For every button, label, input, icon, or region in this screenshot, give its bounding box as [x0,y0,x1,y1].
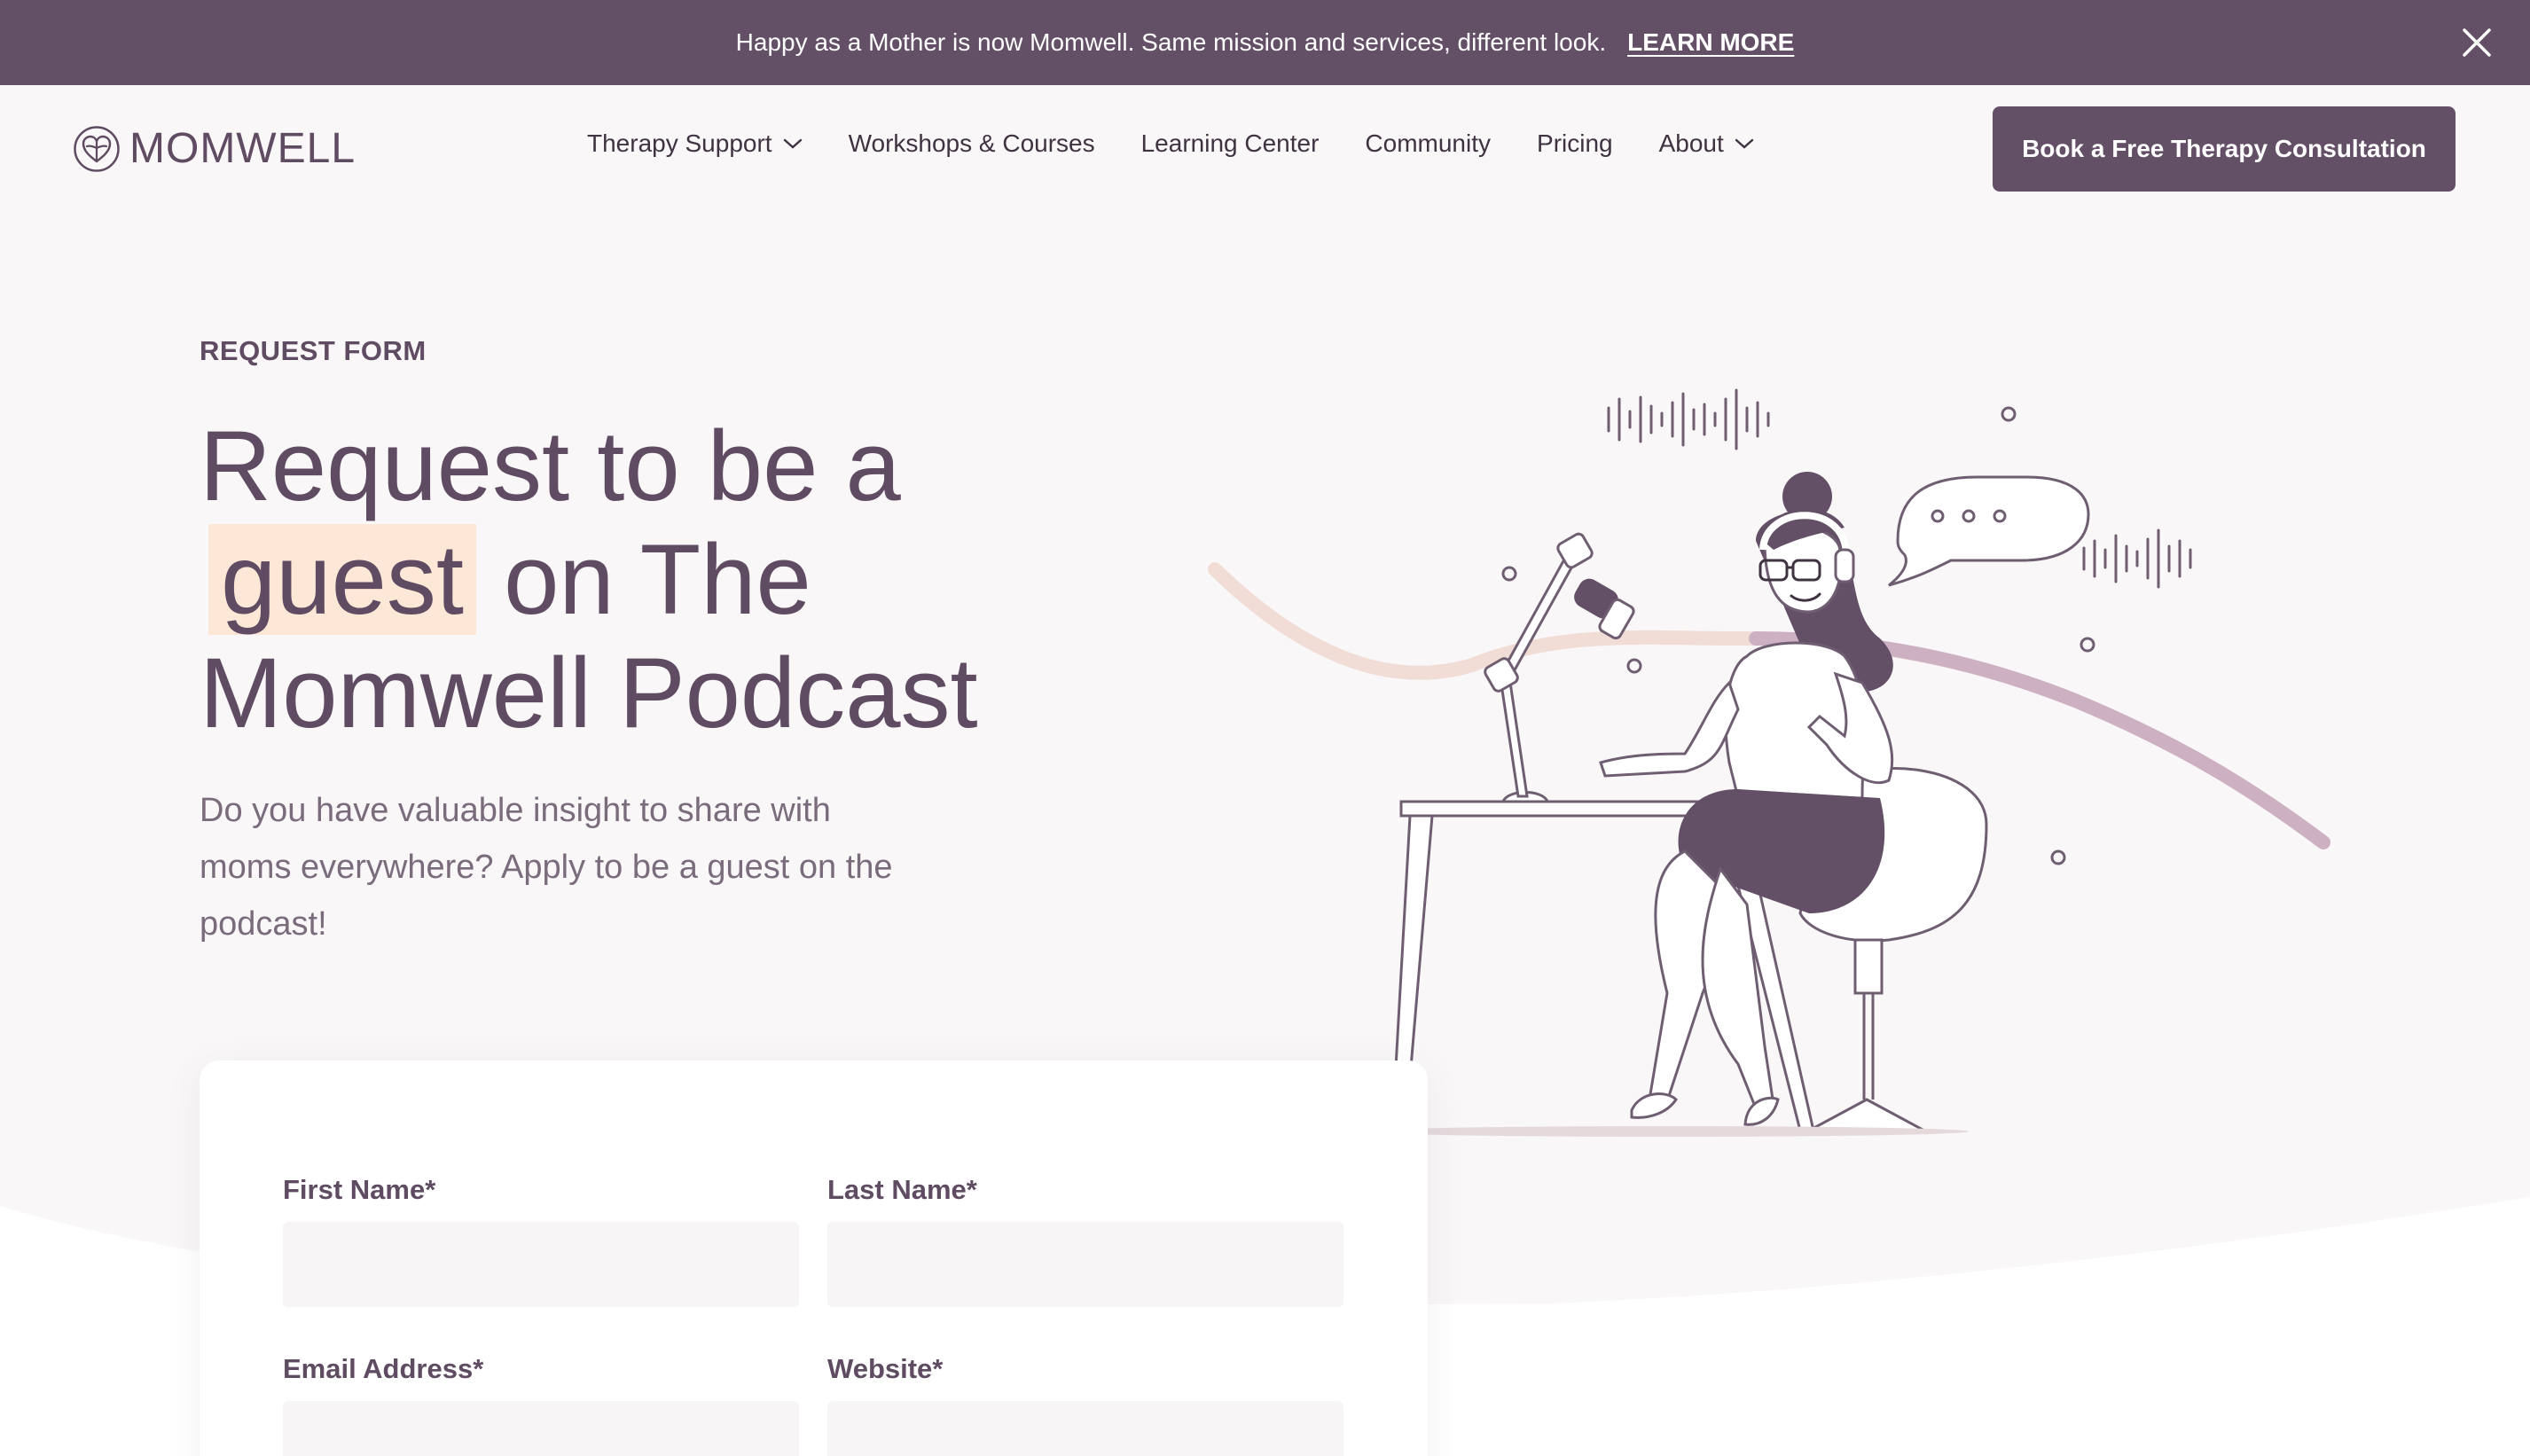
title-highlight: guest [208,524,476,635]
title-line-1: Request to be a [200,411,901,521]
learn-more-link[interactable]: LEARN MORE [1627,28,1794,57]
nav-item-community[interactable]: Community [1365,129,1491,158]
nav-item-label: About [1658,129,1724,157]
nav-item-about[interactable]: About [1659,129,1754,158]
brand-logo[interactable]: MOMWELL [73,124,356,173]
hero-subtitle: Do you have valuable insight to share wi… [200,792,893,943]
book-consultation-button[interactable]: Book a Free Therapy Consultation [1993,106,2456,192]
email-label: Email Address* [283,1353,484,1384]
nav-item-label: Learning Center [1140,129,1320,157]
close-icon[interactable] [2459,25,2495,60]
announcement-bar: Happy as a Mother is now Momwell. Same m… [0,0,2530,85]
email-field[interactable] [283,1401,799,1456]
heart-leaf-icon [74,125,120,172]
title-line-3: Momwell Podcast [200,638,978,748]
nav-item-label: Workshops & Courses [848,129,1095,157]
nav-item-label: Therapy Support [587,129,772,157]
nav-item-learning-center[interactable]: Learning Center [1141,129,1320,158]
brand-name: MOMWELL [129,125,356,172]
main-navigation: MOMWELL Therapy Support Workshops & Cour… [0,85,2530,209]
nav-item-label: Pricing [1537,129,1613,157]
first-name-field[interactable] [283,1222,799,1307]
announcement-message: Happy as a Mother is now Momwell. Same m… [735,28,1607,56]
podcast-host-illustration [1208,388,2330,1137]
eyebrow-label: REQUEST FORM [200,335,427,366]
last-name-label: Last Name* [827,1174,977,1205]
last-name-field[interactable] [827,1222,1343,1307]
title-line-2: on The [475,524,811,635]
page-title: Request to be a guest on The Momwell Pod… [200,410,1086,750]
website-field[interactable] [827,1401,1343,1456]
guest-request-form: First Name* Last Name* Email Address* We… [200,1061,1428,1456]
website-label: Website* [827,1353,944,1384]
first-name-label: First Name* [283,1174,436,1205]
chevron-down-icon [1735,138,1753,149]
nav-item-label: Community [1365,129,1492,157]
nav-menu: Therapy Support Workshops & Courses Lear… [587,129,1800,158]
chevron-down-icon [783,138,802,149]
nav-item-pricing[interactable]: Pricing [1537,129,1613,158]
nav-item-workshops-courses[interactable]: Workshops & Courses [849,129,1095,158]
nav-item-therapy-support[interactable]: Therapy Support [587,129,803,158]
